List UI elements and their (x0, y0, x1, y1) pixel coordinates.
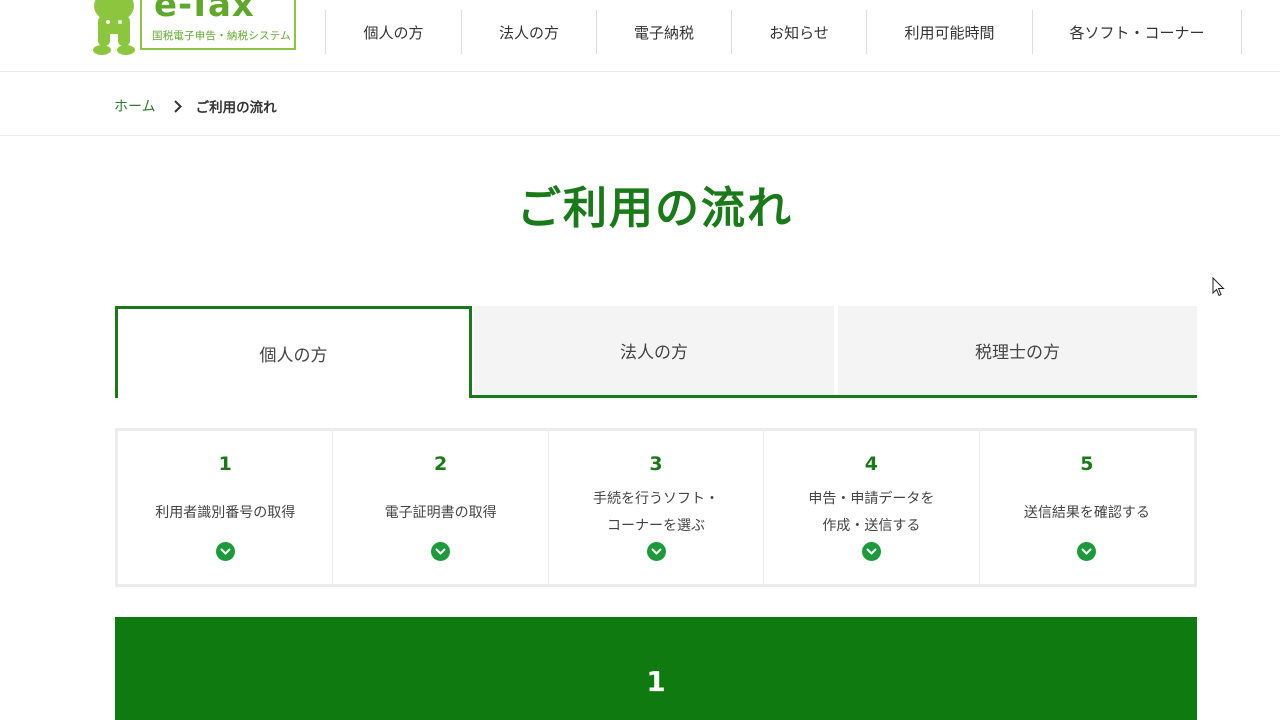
mascot-icon (93, 0, 135, 55)
step-number: 1 (218, 453, 232, 475)
nav-individual[interactable]: 個人の方 (325, 10, 461, 54)
step-5[interactable]: 5 送信結果を確認する (980, 431, 1194, 584)
mouse-cursor-icon (1212, 277, 1225, 297)
flow-steps: 1 利用者識別番号の取得 2 電子証明書の取得 3 手続を行うソフト・ コーナーを… (115, 428, 1197, 587)
step-1[interactable]: 1 利用者識別番号の取得 (118, 431, 334, 584)
nav-available-hours[interactable]: 利用可能時間 (866, 10, 1032, 54)
chevron-down-icon[interactable] (861, 542, 881, 561)
nav-electronic-payment[interactable]: 電子納税 (596, 10, 731, 54)
nav-software-corners[interactable]: 各ソフト・コーナー (1032, 10, 1242, 54)
step-label: 送信結果を確認する (980, 487, 1194, 539)
step-number: 5 (1080, 453, 1094, 475)
step-2[interactable]: 2 電子証明書の取得 (333, 431, 549, 584)
tab-individual[interactable]: 個人の方 (115, 306, 472, 398)
step-section-header: 1 (115, 617, 1197, 720)
step-label-line1: 申告・申請データを (808, 491, 935, 507)
section-step-number: 1 (646, 665, 666, 698)
breadcrumb: ホーム ご利用の流れ (114, 96, 277, 116)
step-number: 3 (649, 453, 663, 475)
tab-tax-accountant[interactable]: 税理士の方 (838, 306, 1197, 395)
step-label-line1: 手続を行うソフト・ (593, 491, 720, 507)
step-label: 申告・申請データを 作成・送信する (764, 487, 978, 539)
chevron-down-icon[interactable] (215, 542, 235, 561)
step-label-line1: 送信結果を確認する (1023, 504, 1150, 521)
step-number: 2 (433, 453, 448, 475)
breadcrumb-current: ご利用の流れ (195, 100, 277, 116)
etax-logo[interactable]: e-Tax 国税電子申告・納税システム (84, 0, 298, 56)
step-label-line2: コーナーを選ぶ (607, 518, 706, 534)
global-nav: 個人の方 法人の方 電子納税 お知らせ 利用可能時間 各ソフト・コーナー (325, 10, 1242, 54)
chevron-down-icon[interactable] (431, 542, 451, 561)
step-label-line1: 電子証明書の取得 (384, 504, 497, 521)
step-label-line2: 作成・送信する (822, 518, 921, 534)
tab-corporation[interactable]: 法人の方 (474, 306, 834, 395)
chevron-down-icon[interactable] (1077, 542, 1097, 561)
site-header: e-Tax 国税電子申告・納税システム 個人の方 法人の方 電子納税 お知らせ … (0, 0, 1280, 72)
nav-corporation[interactable]: 法人の方 (461, 10, 596, 54)
chevron-right-icon (173, 99, 182, 113)
logo-wordmark: e-Tax (154, 0, 255, 25)
step-4[interactable]: 4 申告・申請データを 作成・送信する (764, 431, 980, 584)
logo-subtitle: 国税電子申告・納税システム (152, 30, 291, 42)
page-title: ご利用の流れ (517, 183, 793, 234)
step-number: 4 (864, 453, 879, 475)
step-3[interactable]: 3 手続を行うソフト・ コーナーを選ぶ (549, 431, 765, 584)
nav-notices[interactable]: お知らせ (731, 10, 866, 54)
breadcrumb-home-link[interactable]: ホーム (114, 96, 156, 116)
step-label-line1: 利用者識別番号の取得 (155, 504, 296, 521)
step-label: 手続を行うソフト・ コーナーを選ぶ (549, 487, 763, 539)
step-label: 利用者識別番号の取得 (118, 487, 332, 539)
chevron-down-icon[interactable] (646, 542, 666, 561)
breadcrumb-bar: ホーム ご利用の流れ (0, 72, 1280, 136)
step-label: 電子証明書の取得 (333, 487, 547, 539)
user-type-tabs: 個人の方 法人の方 税理士の方 (115, 306, 1197, 398)
